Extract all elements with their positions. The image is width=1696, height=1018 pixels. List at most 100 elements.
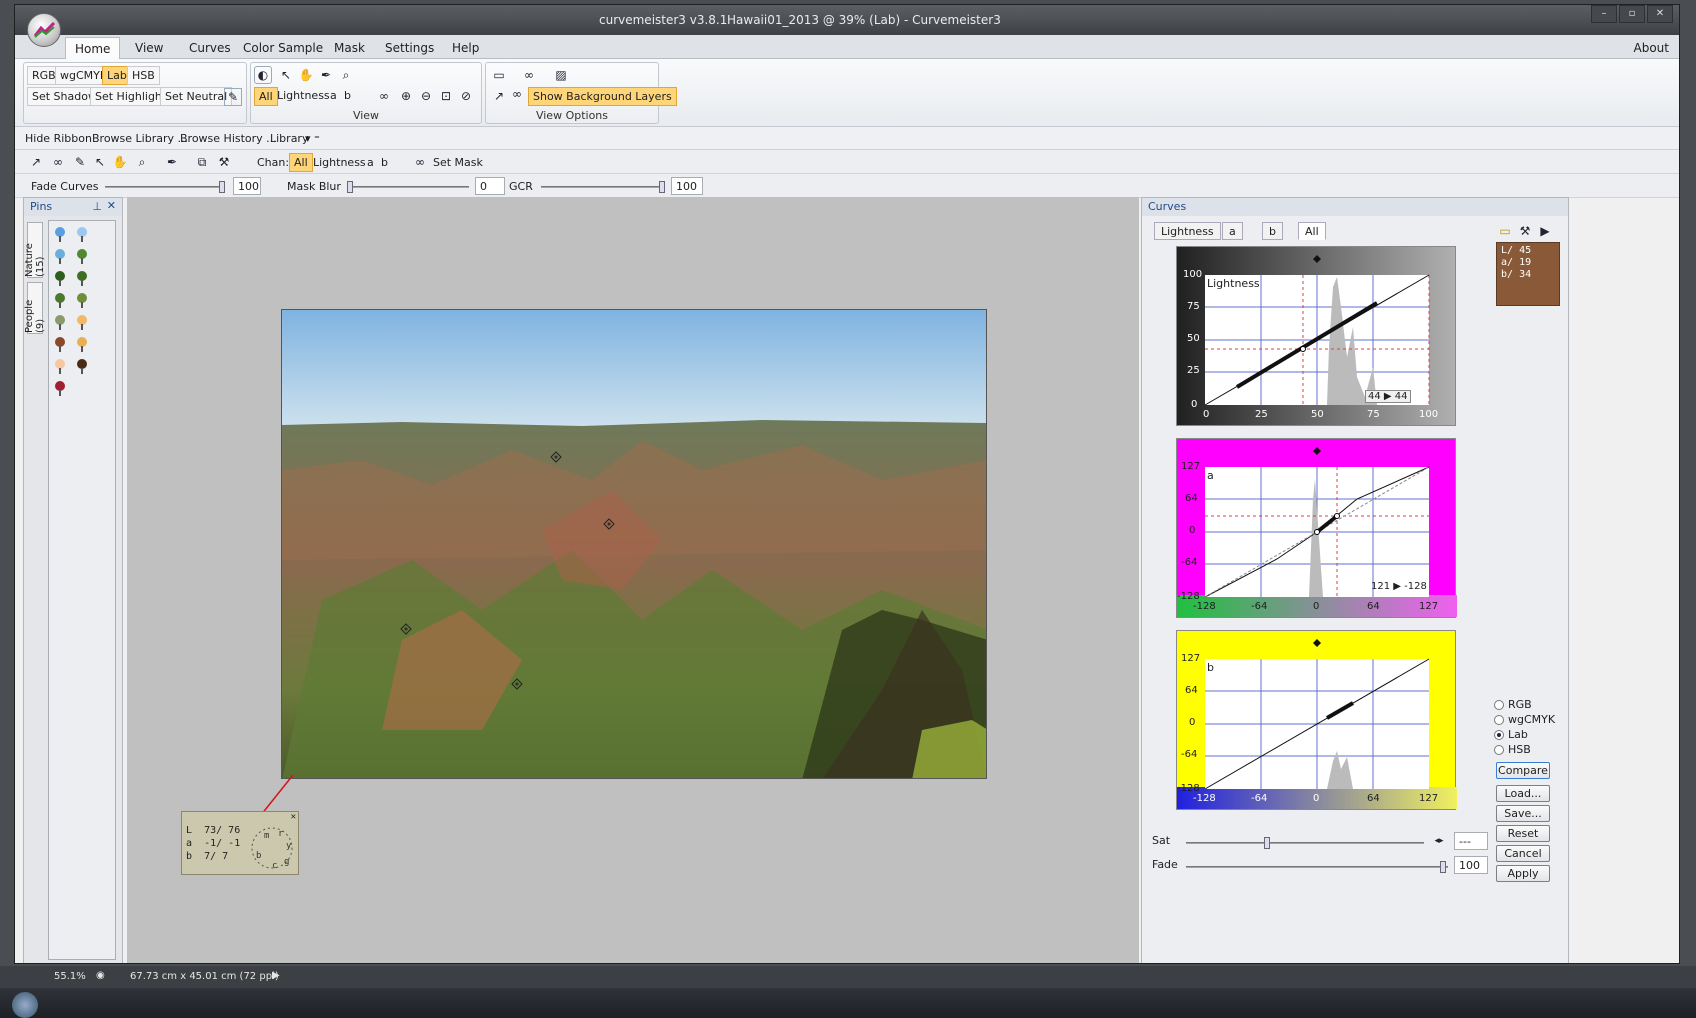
play-icon[interactable]: ▶ bbox=[1536, 222, 1554, 240]
image-canvas-area[interactable]: ✕ L 73/ 76 a -1/ -1 b 7/ 7 mr y b cg bbox=[127, 197, 1139, 963]
sat-value[interactable]: --- bbox=[1454, 832, 1488, 850]
sample-info-popup[interactable]: ✕ L 73/ 76 a -1/ -1 b 7/ 7 mr y b cg bbox=[181, 811, 299, 875]
start-icon[interactable] bbox=[12, 992, 38, 1018]
reset-button[interactable]: Reset bbox=[1496, 825, 1550, 842]
copy-icon[interactable]: ⧉ bbox=[193, 153, 211, 171]
set-mask-dropdown[interactable]: Set Mask bbox=[433, 156, 483, 169]
mask-blur-slider[interactable] bbox=[347, 181, 469, 193]
pin-blue-icon[interactable] bbox=[55, 249, 65, 264]
layer-icon[interactable]: ▭ bbox=[490, 66, 508, 84]
mask-blur-value[interactable]: 0 bbox=[475, 177, 505, 195]
mask-tool-icon[interactable]: ∞ bbox=[49, 153, 67, 171]
status-arrow-icon[interactable]: ▶ bbox=[272, 970, 280, 981]
maximize-icon[interactable]: ▫ bbox=[1619, 5, 1645, 23]
fade-value[interactable]: 100 bbox=[1454, 856, 1488, 874]
browse-library-link[interactable]: Browse Library ... bbox=[92, 132, 188, 145]
zoom-in-icon[interactable]: ⊕ bbox=[397, 87, 415, 105]
hand-tool-icon[interactable]: ✋ bbox=[111, 153, 129, 171]
curves-tab-lightness[interactable]: Lightness bbox=[1154, 222, 1221, 240]
mode-radio-wgcmyk[interactable]: wgCMYK bbox=[1494, 713, 1555, 726]
mask-set-icon[interactable]: ∞ bbox=[411, 153, 429, 171]
curves-tab-b[interactable]: b bbox=[1262, 222, 1283, 240]
app-small-icon[interactable]: ◐ bbox=[254, 66, 272, 84]
compare-button[interactable]: Compare bbox=[1496, 762, 1550, 779]
pin-brown-icon[interactable] bbox=[55, 337, 65, 352]
mask-view-icon[interactable]: ∞ bbox=[520, 66, 538, 84]
cancel-button[interactable]: Cancel bbox=[1496, 845, 1550, 862]
pin-blue-icon[interactable] bbox=[55, 227, 65, 242]
tab-settings[interactable]: Settings bbox=[377, 39, 442, 57]
pin-sage-icon[interactable] bbox=[55, 315, 65, 330]
set-neutral-button[interactable]: Set Neutral bbox=[160, 87, 233, 106]
view-b-button[interactable]: b bbox=[340, 87, 355, 104]
save-button[interactable]: Save... bbox=[1496, 805, 1550, 822]
tools-icon[interactable]: ⚒ bbox=[1516, 222, 1534, 240]
a-curve-box[interactable]: a 127 64 0 -64 -128 -128 -64 0 64 127 12… bbox=[1176, 438, 1457, 618]
close-icon[interactable]: ✕ bbox=[1647, 5, 1673, 23]
minimize-icon[interactable]: – bbox=[1591, 5, 1617, 23]
fade-curves-slider[interactable] bbox=[105, 181, 225, 193]
status-icon[interactable]: ◉ bbox=[96, 970, 105, 981]
sat-step-icon[interactable]: ◂▸ bbox=[1430, 832, 1448, 850]
close-popup-icon[interactable]: ✕ bbox=[291, 812, 296, 822]
mode-radio-lab[interactable]: Lab bbox=[1494, 728, 1528, 741]
neutral-tool-icon[interactable]: ✎ bbox=[71, 153, 89, 171]
arrow-tool-icon[interactable]: ↖ bbox=[91, 153, 109, 171]
curve-tool-icon[interactable]: ↗ bbox=[490, 87, 508, 105]
app-logo-icon[interactable] bbox=[27, 13, 61, 47]
tab-curves[interactable]: Curves bbox=[181, 39, 239, 57]
b-curve-box[interactable]: b 127 64 0 -64 -128 -128 -64 0 64 127 bbox=[1176, 630, 1457, 810]
pin-orange-icon[interactable] bbox=[77, 337, 87, 352]
zoom-tool-icon[interactable]: ⌕ bbox=[133, 153, 151, 171]
zoom-actual-icon[interactable]: ⊘ bbox=[457, 87, 475, 105]
sat-slider[interactable] bbox=[1186, 837, 1424, 849]
mode-radio-hsb[interactable]: HSB bbox=[1494, 743, 1531, 756]
mode-hsb-button[interactable]: HSB bbox=[127, 66, 160, 85]
hand-icon[interactable]: ✋ bbox=[297, 66, 315, 84]
apply-button[interactable]: Apply bbox=[1496, 865, 1550, 882]
load-button[interactable]: Load... bbox=[1496, 785, 1550, 802]
library-dropdown[interactable]: Library bbox=[270, 132, 308, 145]
eyedropper-icon[interactable]: ✎ bbox=[224, 88, 242, 106]
chevron-down-icon[interactable]: ▾ ⁼ bbox=[305, 132, 320, 145]
tab-view[interactable]: View bbox=[127, 39, 171, 57]
close-pins-icon[interactable]: ✕ bbox=[107, 199, 116, 212]
dropper-icon[interactable]: ✒ bbox=[317, 66, 335, 84]
photo-canvas[interactable] bbox=[281, 309, 987, 779]
mode-radio-rgb[interactable]: RGB bbox=[1494, 698, 1532, 711]
curves-tab-all[interactable]: All bbox=[1298, 222, 1326, 240]
pin-skin-icon[interactable] bbox=[55, 359, 65, 374]
tab-nature[interactable]: Nature (15) bbox=[24, 222, 46, 278]
zoom-out-icon[interactable]: ⊖ bbox=[417, 87, 435, 105]
tab-home[interactable]: Home bbox=[65, 37, 121, 60]
chan-all-button[interactable]: All bbox=[289, 153, 313, 172]
pin-panel-icon[interactable]: ⊥ bbox=[92, 200, 102, 213]
view-lightness-button[interactable]: Lightness bbox=[273, 87, 334, 104]
pin-lightblue-icon[interactable] bbox=[77, 227, 87, 242]
chan-a-button[interactable]: a bbox=[367, 156, 374, 169]
chart-icon[interactable]: ▨ bbox=[552, 66, 570, 84]
pin-orange-icon[interactable] bbox=[77, 315, 87, 330]
hide-ribbon-link[interactable]: Hide Ribbon bbox=[25, 132, 92, 145]
tab-color-sample[interactable]: Color Sample bbox=[235, 39, 331, 57]
mask-icon[interactable]: ∞ bbox=[375, 87, 393, 105]
gcr-value[interactable]: 100 bbox=[671, 177, 703, 195]
about-link[interactable]: About bbox=[1634, 41, 1669, 55]
pointer-icon[interactable]: ↖ bbox=[277, 66, 295, 84]
tab-mask[interactable]: Mask bbox=[326, 39, 373, 57]
tab-people[interactable]: People (9) bbox=[24, 282, 46, 334]
mask-toggle-icon[interactable]: ∞ bbox=[508, 85, 526, 103]
fade-curves-value[interactable]: 100 bbox=[233, 177, 261, 195]
chan-b-button[interactable]: b bbox=[381, 156, 388, 169]
chan-lightness-button[interactable]: Lightness bbox=[313, 156, 366, 169]
pin-darkbrown-icon[interactable] bbox=[77, 359, 87, 374]
browse-history-link[interactable]: Browse History ... bbox=[180, 132, 277, 145]
gcr-slider[interactable] bbox=[541, 181, 665, 193]
zoom-icon[interactable]: ⌕ bbox=[337, 66, 355, 84]
pin-green-icon[interactable] bbox=[55, 293, 65, 308]
pin-green-icon[interactable] bbox=[77, 249, 87, 264]
tab-help[interactable]: Help bbox=[444, 39, 487, 57]
folder-icon[interactable]: ▭ bbox=[1496, 222, 1514, 240]
fade-slider[interactable] bbox=[1186, 861, 1448, 873]
pin-red-icon[interactable] bbox=[55, 381, 65, 396]
